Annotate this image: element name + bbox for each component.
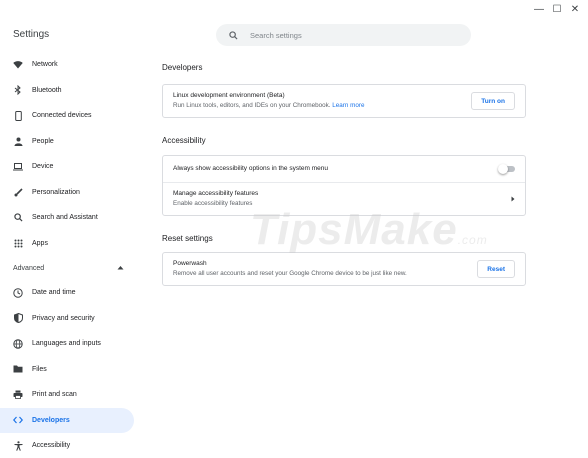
sidebar-item-languages-and-inputs[interactable]: Languages and inputs — [0, 331, 134, 357]
sidebar-item-network[interactable]: Network — [0, 52, 134, 78]
bluetooth-icon — [13, 85, 23, 96]
sidebar: Network Bluetooth Connected devices Peop… — [0, 52, 140, 458]
sidebar-item-label: Languages and inputs — [32, 340, 101, 348]
reset-button[interactable]: Reset — [477, 260, 515, 278]
search-icon — [226, 28, 240, 42]
shield-icon — [13, 313, 23, 324]
sidebar-item-people[interactable]: People — [0, 129, 134, 155]
sidebar-item-privacy-and-security[interactable]: Privacy and security — [0, 306, 134, 332]
person-icon — [13, 136, 23, 146]
sidebar-item-label: Print and scan — [32, 391, 77, 399]
powerwash-title: Powerwash — [173, 260, 207, 267]
brush-icon — [13, 187, 23, 197]
sidebar-item-search-and-assistant[interactable]: Search and Assistant — [0, 205, 134, 231]
apps-grid-icon — [13, 238, 23, 248]
sidebar-item-label: People — [32, 137, 54, 145]
sidebar-item-files[interactable]: Files — [0, 357, 134, 383]
sidebar-item-device[interactable]: Device — [0, 154, 134, 180]
powerwash-row: Powerwash Remove all user accounts and r… — [163, 253, 525, 285]
learn-more-link[interactable]: Learn more — [332, 102, 364, 109]
folder-icon — [13, 364, 23, 374]
linux-title: Linux development environment (Beta) — [173, 92, 285, 99]
chevron-right-icon — [511, 195, 515, 204]
page-title: Settings — [13, 29, 50, 40]
globe-icon — [13, 339, 23, 349]
advanced-toggle[interactable]: Advanced — [0, 256, 134, 280]
sidebar-item-label: Bluetooth — [32, 86, 62, 94]
sidebar-item-bluetooth[interactable]: Bluetooth — [0, 78, 134, 104]
sidebar-item-label: Device — [32, 163, 54, 171]
manage-accessibility-title: Manage accessibility features — [173, 190, 259, 197]
always-show-toggle[interactable] — [498, 164, 515, 174]
sidebar-item-print-and-scan[interactable]: Print and scan — [0, 382, 134, 408]
sidebar-item-label: Connected devices — [32, 112, 92, 120]
sidebar-item-label: Accessibility — [32, 442, 71, 450]
toggle-knob — [498, 164, 508, 174]
sidebar-item-accessibility[interactable]: Accessibility — [0, 433, 134, 458]
linux-row: Linux development environment (Beta) Run… — [163, 85, 525, 117]
sidebar-item-date-and-time[interactable]: Date and time — [0, 280, 134, 306]
developers-card: Linux development environment (Beta) Run… — [162, 84, 526, 118]
code-icon — [13, 415, 23, 425]
header: Settings — [0, 14, 588, 54]
sidebar-item-label: Apps — [32, 239, 48, 247]
accessibility-icon — [13, 440, 23, 451]
search-icon — [13, 213, 23, 223]
chevron-up-icon — [117, 265, 124, 272]
sidebar-item-label: Network — [32, 61, 58, 69]
sidebar-item-apps[interactable]: Apps — [0, 231, 134, 257]
clock-icon — [13, 288, 23, 298]
wifi-icon — [13, 60, 23, 70]
sidebar-item-label: Files — [32, 365, 47, 373]
sidebar-item-label: Search and Assistant — [32, 214, 98, 222]
sidebar-item-label: Date and time — [32, 289, 76, 297]
phone-icon — [13, 110, 23, 121]
always-show-label: Always show accessibility options in the… — [173, 165, 328, 172]
reset-card: Powerwash Remove all user accounts and r… — [162, 252, 526, 286]
sidebar-item-connected-devices[interactable]: Connected devices — [0, 103, 134, 129]
sidebar-item-label: Personalization — [32, 188, 80, 196]
developers-section-title: Developers — [162, 62, 203, 72]
sidebar-item-personalization[interactable]: Personalization — [0, 180, 134, 206]
sidebar-item-label: Privacy and security — [32, 314, 95, 322]
accessibility-section-title: Accessibility — [162, 135, 206, 145]
sidebar-item-label: Developers — [32, 416, 70, 424]
printer-icon — [13, 390, 23, 400]
search-input[interactable] — [250, 30, 450, 40]
powerwash-subtitle: Remove all user accounts and reset your … — [173, 270, 407, 277]
laptop-icon — [13, 162, 23, 172]
always-show-row[interactable]: Always show accessibility options in the… — [163, 156, 525, 182]
watermark: TipsMake.com — [250, 205, 488, 254]
linux-subtitle: Run Linux tools, editors, and IDEs on yo… — [173, 102, 365, 109]
sidebar-item-developers[interactable]: Developers — [0, 407, 134, 433]
search-bar[interactable] — [216, 24, 471, 46]
turn-on-button[interactable]: Turn on — [471, 92, 515, 110]
advanced-label: Advanced — [13, 264, 45, 272]
